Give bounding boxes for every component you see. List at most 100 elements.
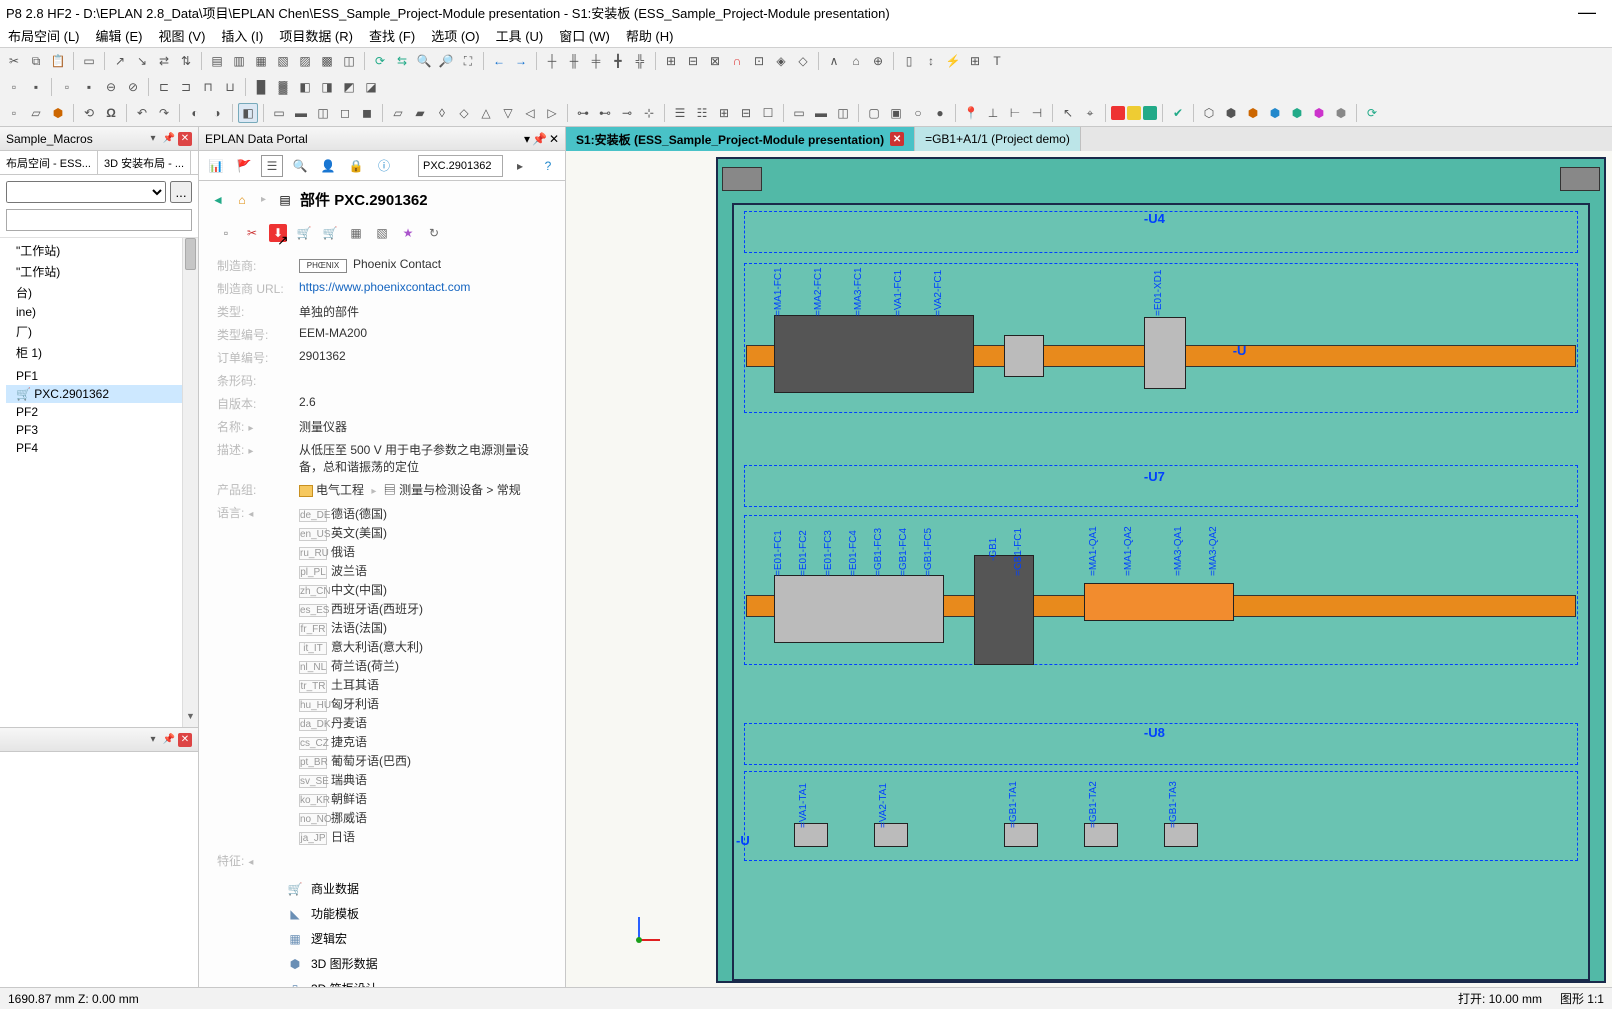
omega-icon[interactable]: Ω <box>101 103 121 123</box>
tool-icon[interactable]: ⊥ <box>983 103 1003 123</box>
menu-layout[interactable]: 布局空间 (L) <box>0 26 88 45</box>
view-icon[interactable]: ⬢ <box>1309 103 1329 123</box>
close-tab-icon[interactable]: ✕ <box>890 132 904 146</box>
snap-icon[interactable]: ◈ <box>771 51 791 71</box>
close-icon[interactable]: ✕ <box>178 132 192 146</box>
language-item[interactable]: fr_FR法语(法国) <box>299 618 547 637</box>
grid-icon[interactable]: ╪ <box>586 51 606 71</box>
doc-icon[interactable]: ▤ <box>276 191 294 209</box>
snap-icon[interactable]: ⊡ <box>749 51 769 71</box>
language-item[interactable]: tr_TR土耳其语 <box>299 675 547 694</box>
3d-viewport[interactable]: -U4 -U =MA1-FC1 =MA2-FC1 =MA3-FC1 =VA1-F… <box>566 151 1612 987</box>
grid-icon[interactable]: ╬ <box>630 51 650 71</box>
language-item[interactable]: pt_BR葡萄牙语(巴西) <box>299 751 547 770</box>
shape-icon[interactable]: ○ <box>908 103 928 123</box>
user-icon[interactable]: 👤 <box>317 155 339 177</box>
back-icon[interactable]: ◄ <box>209 191 227 209</box>
tool-icon[interactable]: ▭ <box>269 103 289 123</box>
close-icon[interactable]: ✕ <box>178 733 192 747</box>
action-bars-icon[interactable]: ▧ <box>373 224 391 242</box>
tree-item[interactable]: PF2 <box>6 403 192 421</box>
feature-item[interactable]: ◣功能模板 <box>287 901 547 926</box>
menu-find[interactable]: 查找 (F) <box>361 26 423 45</box>
tree-item[interactable]: 柜 1) <box>6 342 192 363</box>
pin-icon[interactable]: 📌 <box>162 733 176 747</box>
tool-icon[interactable]: ▥ <box>229 51 249 71</box>
tool-icon[interactable]: ⊟ <box>736 103 756 123</box>
tool-icon[interactable]: ◇ <box>454 103 474 123</box>
go-icon[interactable]: ▸ <box>509 155 531 177</box>
device[interactable] <box>1004 335 1044 377</box>
dropdown-icon[interactable]: ▾ <box>146 733 160 747</box>
tool-icon[interactable]: ▰ <box>410 103 430 123</box>
grid-icon[interactable]: ┼ <box>542 51 562 71</box>
action-star-icon[interactable]: ★ <box>399 224 417 242</box>
menu-help[interactable]: 帮助 (H) <box>618 26 682 45</box>
tool-icon[interactable]: ▭ <box>789 103 809 123</box>
tool-icon[interactable]: ▓ <box>273 77 293 97</box>
tool-icon[interactable]: ⊣ <box>1027 103 1047 123</box>
prop-value[interactable]: 电气工程 ▸ ▤ 测量与检测设备 > 常规 <box>299 481 547 498</box>
menu-insert[interactable]: 插入 (I) <box>213 26 271 45</box>
feature-item[interactable]: ▯3D 箱柜设计 <box>287 976 547 987</box>
tree-item[interactable]: PF3 <box>6 421 192 439</box>
tool-icon[interactable]: ▪ <box>26 77 46 97</box>
tab-active[interactable]: S1:安装板 (ESS_Sample_Project-Module presen… <box>566 127 915 151</box>
pin-icon[interactable]: 📍 <box>961 103 981 123</box>
tab-3d[interactable]: 3D 安装布局 - ... <box>98 151 191 174</box>
tool-icon[interactable]: ◐ <box>185 103 205 123</box>
tool-icon[interactable]: ◪ <box>361 77 381 97</box>
action-cart-icon[interactable]: 🛒 <box>295 224 313 242</box>
home-icon[interactable]: ⌂ <box>233 191 251 209</box>
link-icon[interactable]: ⊷ <box>595 103 615 123</box>
action-split-icon[interactable]: ✂ <box>243 224 261 242</box>
tool-icon[interactable]: ▪ <box>79 77 99 97</box>
snap-icon[interactable]: ⊟ <box>683 51 703 71</box>
action-flag-icon[interactable]: ▦ <box>347 224 365 242</box>
tool-icon[interactable]: ▷ <box>542 103 562 123</box>
language-item[interactable]: sv_SE瑞典语 <box>299 770 547 789</box>
tree-item-selected[interactable]: 🛒 PXC.2901362 <box>6 385 192 403</box>
snap-icon[interactable]: ◇ <box>793 51 813 71</box>
menu-view[interactable]: 视图 (V) <box>150 26 213 45</box>
color-icon[interactable] <box>1143 106 1157 120</box>
tool-icon[interactable]: ⊖ <box>101 77 121 97</box>
tool-icon[interactable]: ▱ <box>26 103 46 123</box>
misc-icon[interactable]: ↕ <box>921 51 941 71</box>
tool-icon[interactable]: ⊏ <box>154 77 174 97</box>
grid-icon[interactable]: ╋ <box>608 51 628 71</box>
portal-search-input[interactable] <box>418 155 503 177</box>
dropdown-icon[interactable]: ▾ <box>524 132 530 146</box>
tool-icon[interactable]: ⊐ <box>176 77 196 97</box>
info-icon[interactable]: ⓘ <box>373 155 395 177</box>
refresh-icon[interactable]: ⟳ <box>1362 103 1382 123</box>
language-item[interactable]: en_US英文(美国) <box>299 523 547 542</box>
undo-icon[interactable]: ↶ <box>132 103 152 123</box>
tool-icon[interactable]: ↘ <box>132 51 152 71</box>
tool-icon[interactable]: ▤ <box>207 51 227 71</box>
tool-icon[interactable]: ☰ <box>670 103 690 123</box>
tool-icon[interactable]: █ <box>251 77 271 97</box>
filter-more-button[interactable]: ... <box>170 181 192 203</box>
tool-icon[interactable]: ▦ <box>251 51 271 71</box>
language-item[interactable]: pl_PL波兰语 <box>299 561 547 580</box>
feature-item[interactable]: 🛒商业数据 <box>287 876 547 901</box>
language-item[interactable]: da_DK丹麦语 <box>299 713 547 732</box>
tool-icon[interactable]: ⊢ <box>1005 103 1025 123</box>
zoom-fit-icon[interactable]: ⛶ <box>458 51 478 71</box>
menu-options[interactable]: 选项 (O) <box>423 26 487 45</box>
misc-icon[interactable]: ⚡ <box>943 51 963 71</box>
tool-icon[interactable]: ⇄ <box>154 51 174 71</box>
language-item[interactable]: nl_NL荷兰语(荷兰) <box>299 656 547 675</box>
3d-icon[interactable]: ⬢ <box>48 103 68 123</box>
link-icon[interactable]: ⊹ <box>639 103 659 123</box>
tab-layout[interactable]: 布局空间 - ESS... <box>0 151 98 174</box>
back-icon[interactable]: ← <box>489 51 509 71</box>
zoom-in-icon[interactable]: 🔍 <box>414 51 434 71</box>
menu-edit[interactable]: 编辑 (E) <box>88 26 151 45</box>
misc-icon[interactable]: ▯ <box>899 51 919 71</box>
snap-icon[interactable]: ⊠ <box>705 51 725 71</box>
tab-inactive[interactable]: =GB1+A1/1 (Project demo) <box>915 127 1081 151</box>
shape-icon[interactable]: ● <box>930 103 950 123</box>
tool-icon[interactable]: ▬ <box>291 103 311 123</box>
